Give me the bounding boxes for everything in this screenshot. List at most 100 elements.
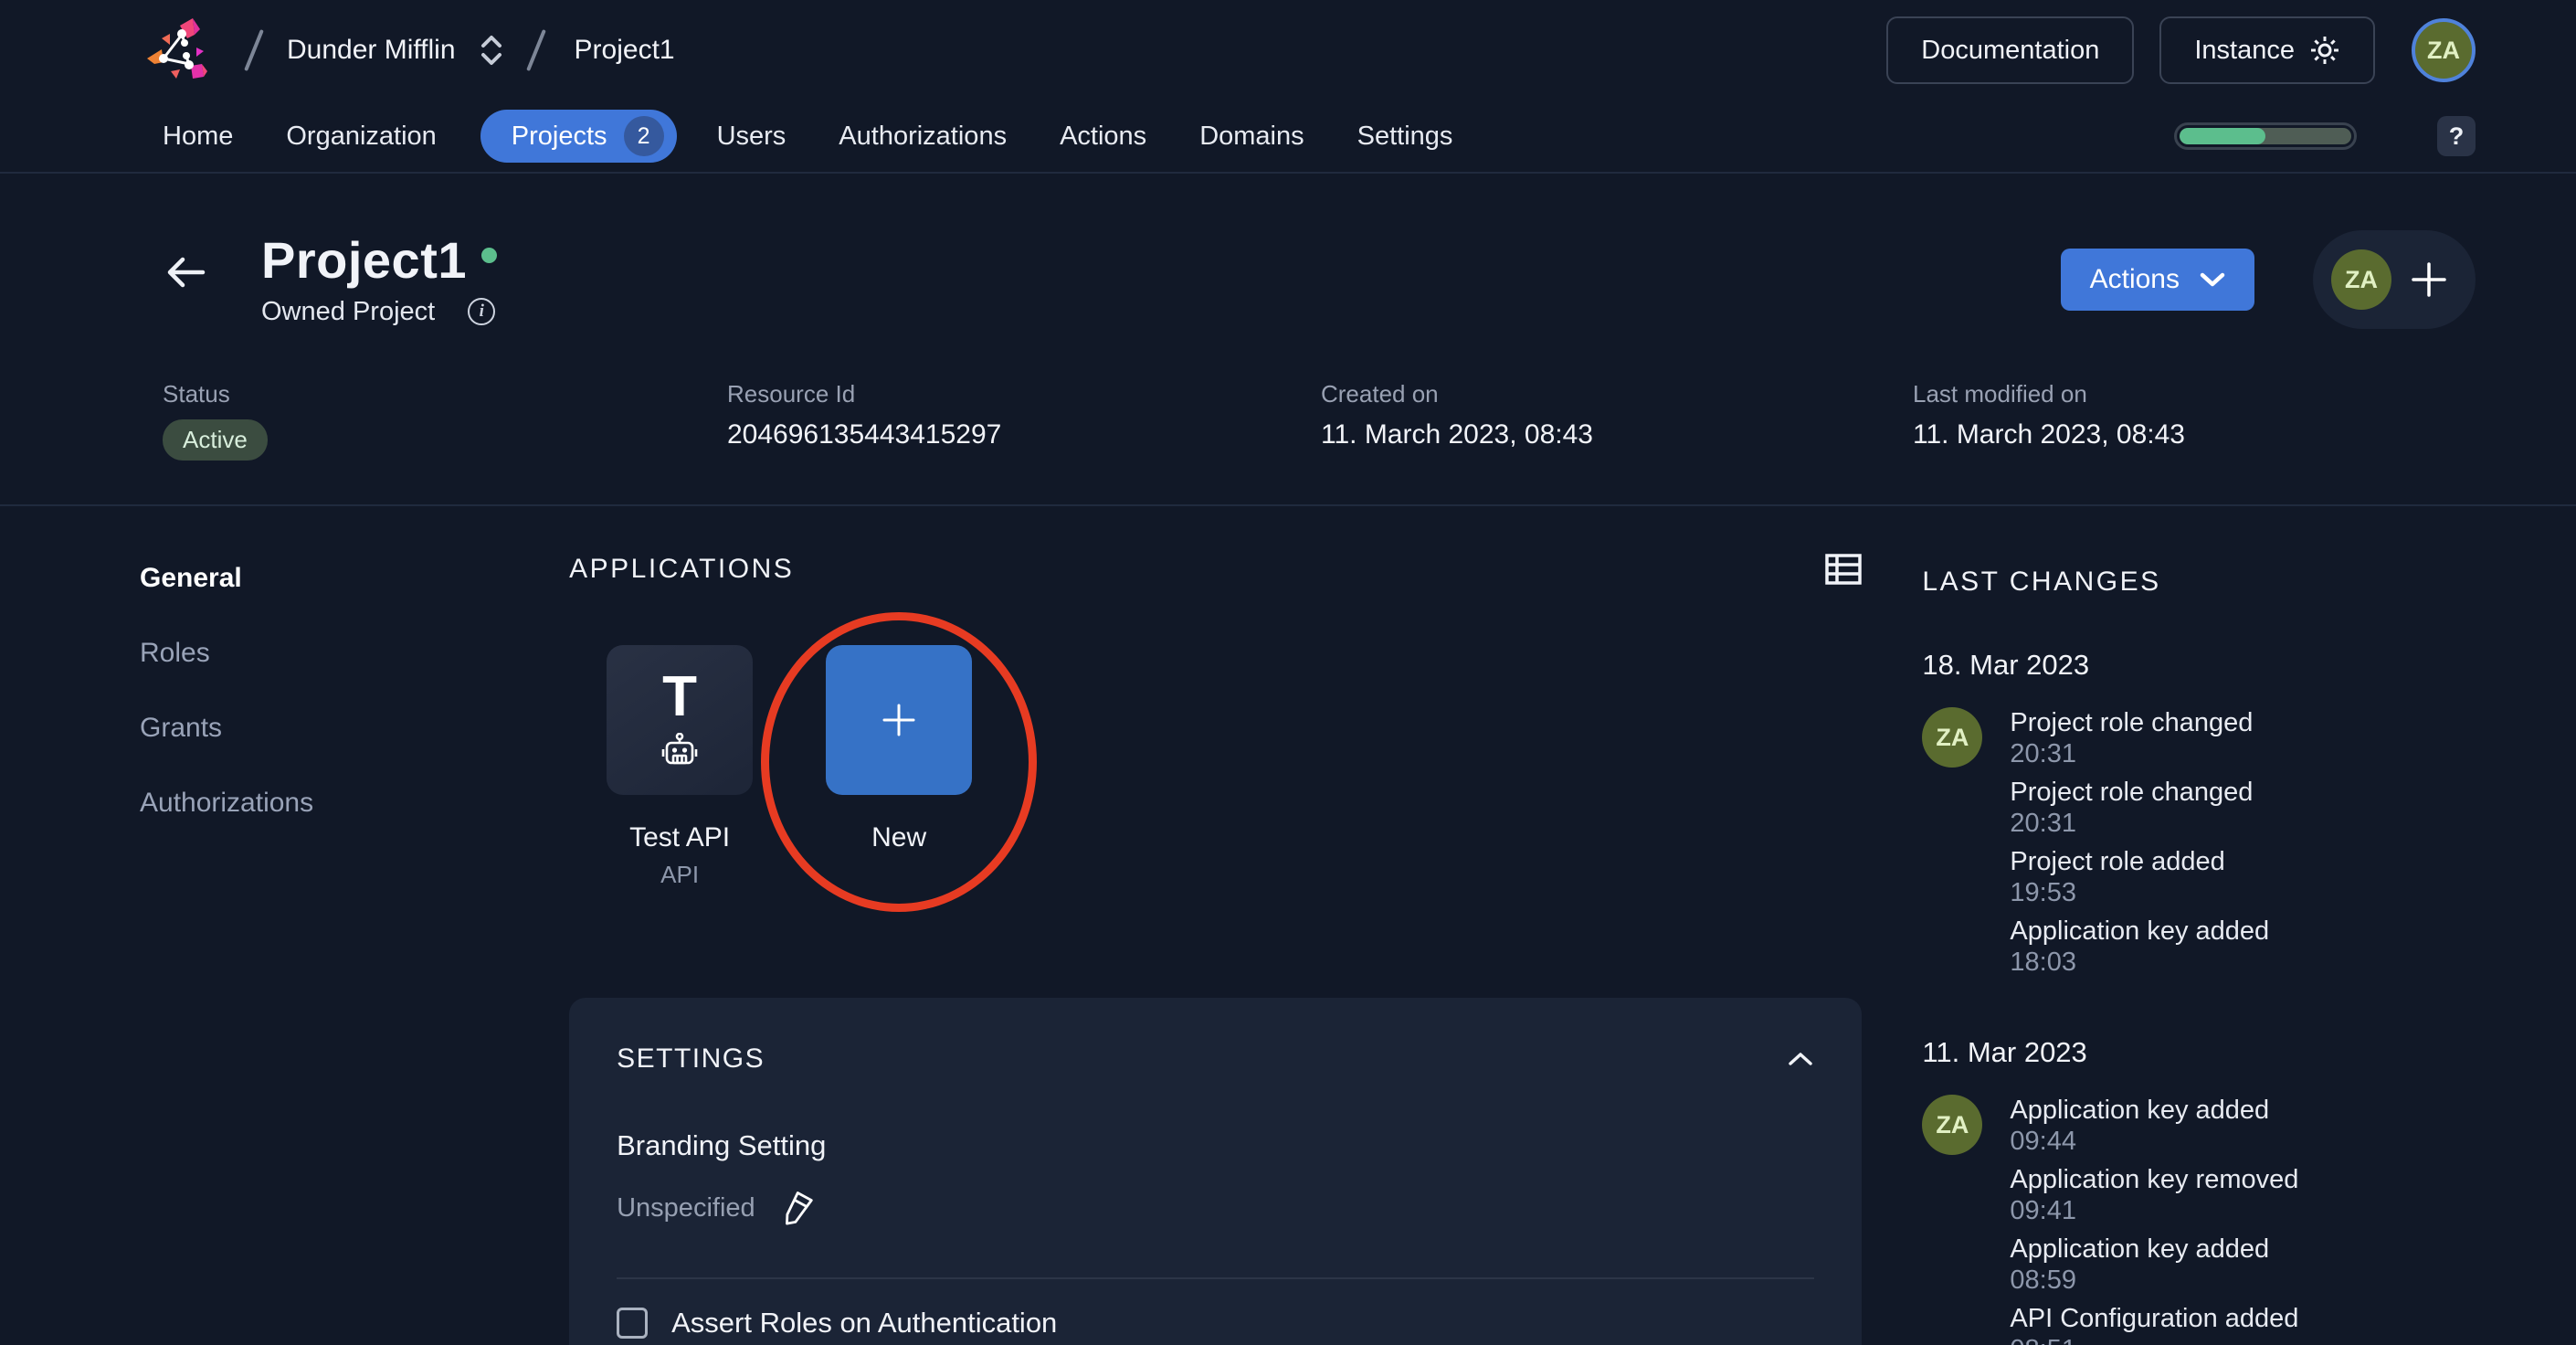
change-event: Application key removed 09:41 xyxy=(2010,1164,2298,1226)
change-time: 08:59 xyxy=(2010,1266,2076,1295)
add-contributor-button[interactable] xyxy=(2408,259,2450,301)
created-on-value: 11. March 2023, 08:43 xyxy=(1321,419,1593,450)
robot-icon xyxy=(661,733,698,765)
tab-projects-label: Projects xyxy=(511,121,607,151)
project-subtitle: Owned Project xyxy=(261,296,436,326)
sidenav-item-grants[interactable]: Grants xyxy=(140,713,569,744)
change-title: Project role added xyxy=(2010,847,2225,876)
page-title: Project1 xyxy=(261,230,467,289)
tab-projects[interactable]: Projects 2 xyxy=(480,110,677,163)
application-card-test-api[interactable]: T xyxy=(607,645,754,795)
assert-roles-checkbox[interactable] xyxy=(617,1308,649,1339)
change-event: API Configuration added 08:51 xyxy=(2010,1303,2298,1345)
actions-dropdown-button[interactable]: Actions xyxy=(2060,249,2254,311)
project-header: Project1 Owned Project i Actions ZA Stat… xyxy=(0,174,2576,504)
changes-group: 11. Mar 2023 ZA Application key added 09… xyxy=(1922,1036,2476,1345)
edit-branding-button[interactable] xyxy=(783,1188,818,1228)
instance-button[interactable]: Instance xyxy=(2159,16,2375,84)
table-view-toggle[interactable] xyxy=(1825,554,1863,585)
change-time: 18:03 xyxy=(2010,948,2076,977)
usage-progress-bar xyxy=(2174,122,2357,150)
main-column: APPLICATIONS T Test API API New SETTINGS… xyxy=(569,506,1863,1345)
branding-setting-label: Branding Setting xyxy=(617,1129,827,1161)
sidenav-item-authorizations[interactable]: Authorizations xyxy=(140,788,569,819)
avatar-initials: ZA xyxy=(1936,1110,1969,1138)
change-title: Application key removed xyxy=(2010,1165,2299,1194)
help-button[interactable]: ? xyxy=(2437,116,2476,156)
assert-roles-label: Assert Roles on Authentication xyxy=(671,1307,1058,1339)
change-time: 09:41 xyxy=(2010,1196,2076,1225)
table-view-icon xyxy=(1825,554,1863,585)
change-time: 20:31 xyxy=(2010,809,2076,838)
resource-id-label: Resource Id xyxy=(727,380,856,408)
new-application-button[interactable] xyxy=(826,645,973,795)
back-button[interactable] xyxy=(163,254,206,291)
sidenav-item-roles[interactable]: Roles xyxy=(140,638,569,669)
resource-id-value: 204696135443415297 xyxy=(727,419,1002,450)
change-title: Project role changed xyxy=(2010,778,2254,807)
actions-label: Actions xyxy=(2089,264,2180,294)
plus-icon xyxy=(2412,262,2446,297)
documentation-button[interactable]: Documentation xyxy=(1886,16,2135,84)
main-nav: Home Organization Projects 2 Users Autho… xyxy=(0,101,2576,174)
org-switcher[interactable]: Dunder Mifflin xyxy=(287,33,503,68)
change-title: Project role changed xyxy=(2010,708,2254,737)
assert-roles-row: Assert Roles on Authentication xyxy=(617,1307,1814,1340)
change-time: 09:44 xyxy=(2010,1127,2076,1156)
arrow-left-icon xyxy=(167,257,206,288)
zitadel-console-project-page: Dunder Mifflin Project1 Documentation In… xyxy=(0,0,2576,1345)
change-time: 08:51 xyxy=(2010,1334,2298,1345)
change-title: API Configuration added xyxy=(2010,1304,2299,1333)
change-event: Application key added 08:59 xyxy=(2010,1234,2298,1296)
breadcrumb-project[interactable]: Project1 xyxy=(575,35,675,66)
zitadel-logo[interactable] xyxy=(137,8,221,92)
tab-home[interactable]: Home xyxy=(163,122,233,152)
tab-settings[interactable]: Settings xyxy=(1357,122,1453,152)
change-event: Project role changed 20:31 xyxy=(2010,777,2269,839)
avatar-initials: ZA xyxy=(1936,723,1969,751)
changes-date: 11. Mar 2023 xyxy=(1922,1036,2087,1068)
last-changes-panel: LAST CHANGES 18. Mar 2023 ZA Project rol… xyxy=(1922,506,2476,1345)
projects-count-badge: 2 xyxy=(623,116,664,156)
applications-heading: APPLICATIONS xyxy=(569,554,795,584)
tab-authorizations[interactable]: Authorizations xyxy=(839,122,1007,152)
change-time: 19:53 xyxy=(2010,878,2076,907)
tab-actions[interactable]: Actions xyxy=(1060,122,1146,152)
chevron-down-icon xyxy=(2200,272,2225,287)
breadcrumb-slash xyxy=(525,28,546,72)
change-event: Application key added 09:44 xyxy=(2010,1095,2298,1157)
contributor-avatar[interactable]: ZA xyxy=(2331,249,2391,310)
avatar-initials: ZA xyxy=(2345,265,2378,293)
user-avatar[interactable]: ZA xyxy=(2412,18,2476,82)
zitadel-logo-icon xyxy=(147,18,207,79)
collapse-settings-button[interactable] xyxy=(1787,1051,1814,1067)
documentation-label: Documentation xyxy=(1921,35,2100,65)
new-app-label: New xyxy=(871,822,927,853)
tab-organization[interactable]: Organization xyxy=(286,122,436,152)
topbar: Dunder Mifflin Project1 Documentation In… xyxy=(0,0,2576,101)
info-icon[interactable]: i xyxy=(468,298,496,325)
application-item: T Test API API xyxy=(607,645,754,889)
app-name: Test API xyxy=(629,822,731,853)
last-changes-heading: LAST CHANGES xyxy=(1922,567,2161,597)
new-application-item: New xyxy=(826,645,973,853)
changes-avatar: ZA xyxy=(1922,1095,1983,1155)
settings-divider xyxy=(617,1277,1815,1279)
status-badge: Active xyxy=(163,419,268,461)
modified-on-label: Last modified on xyxy=(1913,380,2087,408)
change-title: Application key added xyxy=(2010,916,2270,946)
sidenav-item-general[interactable]: General xyxy=(140,563,569,594)
gear-icon xyxy=(2311,37,2338,64)
tab-users[interactable]: Users xyxy=(717,122,787,152)
change-event: Application key added 18:03 xyxy=(2010,916,2269,978)
breadcrumb-slash xyxy=(244,28,264,72)
created-on-label: Created on xyxy=(1321,380,1439,408)
instance-label: Instance xyxy=(2194,35,2295,65)
status-label: Status xyxy=(163,380,230,408)
changes-date: 18. Mar 2023 xyxy=(1922,649,2090,681)
plus-icon xyxy=(882,704,915,736)
chevron-up-icon xyxy=(1789,1053,1813,1065)
settings-card: SETTINGS Branding Setting Unspecified As… xyxy=(569,998,1863,1345)
changes-avatar: ZA xyxy=(1922,707,1983,768)
tab-domains[interactable]: Domains xyxy=(1199,122,1304,152)
